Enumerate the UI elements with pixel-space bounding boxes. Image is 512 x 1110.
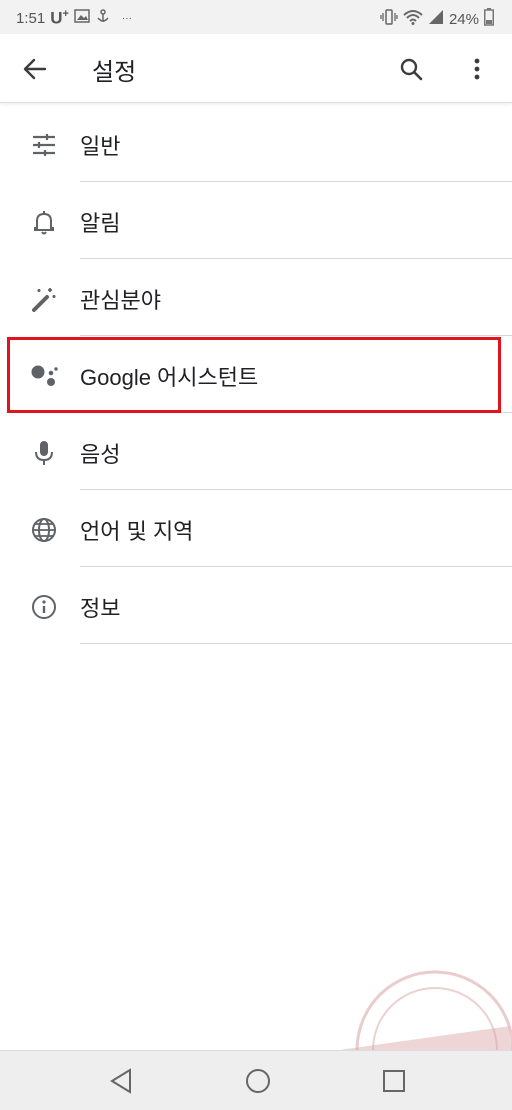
nav-back-button[interactable] <box>106 1065 138 1097</box>
system-nav-bar <box>0 1050 512 1110</box>
settings-item-interests[interactable]: 관심분야 <box>0 259 512 336</box>
settings-item-general[interactable]: 일반 <box>0 105 512 182</box>
tune-sliders-icon <box>30 131 58 159</box>
settings-item-label: 음성 <box>80 442 121 467</box>
settings-item-label: 언어 및 지역 <box>80 519 194 544</box>
back-button[interactable] <box>18 54 52 84</box>
battery-icon <box>484 8 494 30</box>
carrier-name: U+ <box>50 8 69 28</box>
page-title: 설정 <box>92 59 137 86</box>
settings-item-notifications[interactable]: 알림 <box>0 182 512 259</box>
square-recents-icon <box>378 1070 410 1101</box>
info-icon <box>30 593 58 621</box>
search-icon <box>396 58 428 88</box>
gallery-notification-icon <box>74 9 90 27</box>
google-assistant-icon <box>30 362 58 390</box>
settings-item-label: 일반 <box>80 134 121 159</box>
settings-item-about[interactable]: 정보 <box>0 567 512 644</box>
more-notifications-indicator: ··· <box>121 12 132 24</box>
bell-icon <box>30 208 58 236</box>
vibrate-icon <box>380 9 398 29</box>
microphone-icon <box>30 439 58 467</box>
wifi-icon <box>403 9 423 29</box>
battery-percent: 24% <box>448 10 479 28</box>
more-vert-icon <box>464 58 490 88</box>
anchor-notification-icon <box>95 8 111 28</box>
status-time: 1:51 <box>16 9 46 27</box>
settings-menu: 일반 알림 관심분야 Google 어시스턴트 음성 언어 및 지역 정보 <box>0 105 512 644</box>
nav-home-button[interactable] <box>242 1065 274 1097</box>
arrow-back-icon <box>18 58 52 88</box>
signal-icon <box>428 9 444 29</box>
globe-icon <box>30 516 58 544</box>
settings-item-language-region[interactable]: 언어 및 지역 <box>0 490 512 567</box>
settings-item-label: 관심분야 <box>80 288 161 313</box>
settings-item-label: Google 어시스턴트 <box>80 365 259 390</box>
app-bar: 설정 <box>0 34 512 103</box>
settings-item-label: 알림 <box>80 211 121 236</box>
triangle-back-icon <box>106 1068 138 1101</box>
settings-item-label: 정보 <box>80 596 121 621</box>
magic-wand-icon <box>30 285 58 313</box>
status-bar: 1:51 U+ ··· 24% <box>0 0 512 34</box>
nav-recents-button[interactable] <box>378 1065 410 1097</box>
settings-item-google-assistant[interactable]: Google 어시스턴트 <box>0 336 512 413</box>
search-button[interactable] <box>396 54 428 84</box>
circle-home-icon <box>242 1069 274 1101</box>
settings-item-voice[interactable]: 음성 <box>0 413 512 490</box>
divider <box>80 643 512 644</box>
more-options-button[interactable] <box>464 54 490 84</box>
